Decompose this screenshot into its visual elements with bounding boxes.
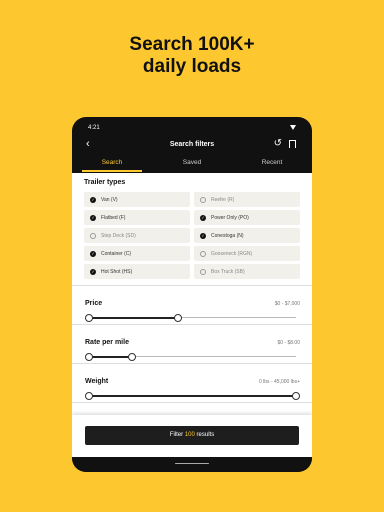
- tablet-device: 4:21 ‹ Search filters ↺ Search Saved Rec…: [72, 117, 312, 472]
- bookmark-icon[interactable]: [289, 140, 296, 151]
- unchecked-circle-icon: [200, 250, 206, 257]
- trailer-type-chip[interactable]: ✓ Container (C): [84, 246, 190, 261]
- trailer-type-chip[interactable]: Step Deck (SD): [84, 228, 190, 243]
- bottom-bar: Filter 100 results: [72, 415, 312, 457]
- filter-button-prefix: Filter: [169, 432, 184, 438]
- signal-icon: [290, 125, 296, 130]
- tab-saved[interactable]: Saved: [152, 157, 232, 172]
- unchecked-circle-icon: [200, 268, 206, 275]
- trailer-type-label: Box Truck (SB): [211, 268, 245, 275]
- weight-slider[interactable]: [85, 391, 300, 400]
- trailer-type-chip[interactable]: Gooseneck (RGN): [194, 246, 300, 261]
- trailer-type-label: Step Deck (SD): [101, 232, 136, 239]
- checked-circle-icon: ✓: [200, 214, 206, 221]
- price-title: Price: [85, 300, 103, 307]
- tab-recent[interactable]: Recent: [232, 157, 312, 172]
- tab-bar: Search Saved Recent: [72, 157, 312, 172]
- status-time: 4:21: [88, 125, 100, 131]
- tab-search[interactable]: Search: [72, 157, 152, 172]
- rate-value: $0 - $8.00: [277, 340, 300, 346]
- checked-circle-icon: ✓: [90, 250, 96, 257]
- system-nav-bar: [72, 457, 312, 472]
- trailer-type-chip[interactable]: Box Truck (SB): [194, 264, 300, 279]
- slider-thumb-min[interactable]: [85, 352, 93, 361]
- filter-results-button[interactable]: Filter 100 results: [85, 426, 299, 445]
- trailer-types-title: Trailer types: [84, 179, 126, 186]
- price-slider[interactable]: [85, 313, 296, 322]
- slider-fill: [89, 355, 133, 358]
- unchecked-circle-icon: [90, 232, 96, 239]
- headline-line-1: Search 100K+: [129, 34, 255, 55]
- slider-thumb-max[interactable]: [128, 352, 137, 361]
- app-header: ‹ Search filters ↺: [72, 135, 312, 157]
- slider-fill: [89, 316, 178, 319]
- trailer-type-chip[interactable]: ✓ Power Only (PO): [194, 210, 300, 225]
- slider-thumb-min[interactable]: [85, 391, 93, 400]
- trailer-type-label: Conestoga (N): [211, 232, 244, 239]
- trailer-type-label: Hot Shot (HS): [101, 268, 133, 275]
- trailer-type-label: Container (C): [101, 250, 132, 257]
- headline-line-2: daily loads: [142, 56, 242, 77]
- weight-value: 0 lbs - 45,000 lbs+: [259, 379, 300, 385]
- trailer-type-chip[interactable]: ✓ Van (V): [84, 192, 190, 207]
- checked-circle-icon: ✓: [90, 214, 96, 221]
- price-value: $0 - $7,000: [274, 301, 300, 307]
- weight-section: Weight 0 lbs - 45,000 lbs+: [72, 364, 312, 403]
- checked-circle-icon: ✓: [90, 196, 96, 203]
- headline: Search 100K+ daily loads: [0, 34, 384, 78]
- trailer-type-label: Gooseneck (RGN): [211, 250, 253, 257]
- trailer-type-label: Power Only (PO): [211, 214, 249, 221]
- rate-title: Rate per mile: [85, 339, 129, 346]
- reset-icon[interactable]: ↺: [274, 138, 282, 149]
- status-bar: 4:21: [72, 117, 312, 135]
- checked-circle-icon: ✓: [200, 232, 206, 239]
- filter-button-count: 100: [184, 432, 195, 438]
- trailer-type-chip[interactable]: ✓ Conestoga (N): [194, 228, 300, 243]
- filter-button-suffix: results: [196, 432, 215, 438]
- slider-thumb-max[interactable]: [174, 313, 182, 322]
- trailer-type-label: Reefer (R): [211, 196, 235, 203]
- trailer-type-label: Van (V): [101, 196, 118, 203]
- slider-fill: [89, 394, 296, 397]
- slider-thumb-min[interactable]: [85, 313, 93, 322]
- trailer-type-chip[interactable]: Reefer (R): [194, 192, 300, 207]
- checked-circle-icon: ✓: [90, 268, 96, 275]
- trailer-type-chip[interactable]: ✓ Hot Shot (HS): [84, 264, 190, 279]
- price-section: Price $0 - $7,000: [72, 286, 312, 325]
- unchecked-circle-icon: [200, 196, 206, 203]
- trailer-types-section: Trailer types ✓ Van (V) Reefer (R) ✓ Flatbed…: [72, 173, 312, 286]
- rate-slider[interactable]: [85, 352, 296, 361]
- trailer-types-grid: ✓ Van (V) Reefer (R) ✓ Flatbed (F) ✓ Power Onl…: [84, 192, 300, 279]
- slider-thumb-max[interactable]: [292, 391, 300, 400]
- weight-title: Weight: [85, 378, 109, 385]
- trailer-type-chip[interactable]: ✓ Flatbed (F): [84, 210, 190, 225]
- trailer-type-label: Flatbed (F): [101, 214, 126, 221]
- rate-section: Rate per mile $0 - $8.00: [72, 325, 312, 364]
- home-handle[interactable]: [175, 463, 209, 464]
